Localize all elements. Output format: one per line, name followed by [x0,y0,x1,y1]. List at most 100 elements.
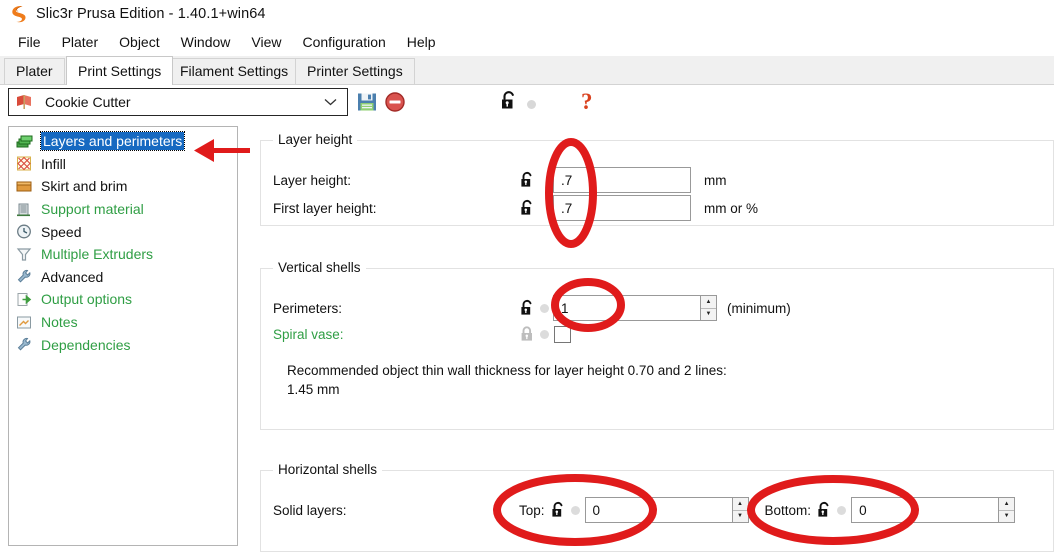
tab-plater[interactable]: Plater [4,58,65,84]
sidebar-label: Speed [41,224,81,240]
sidebar-label: Dependencies [41,337,131,353]
tab-strip: Plater Print Settings Filament Settings … [0,56,1054,85]
settings-category-list[interactable]: Layers and perimeters Infill Skirt and b… [8,126,238,546]
row-solid-layers: Solid layers: Top: 0 ▲ ▼ [273,497,1054,523]
menu-view[interactable]: View [241,31,291,53]
sidebar-item-output-options[interactable]: Output options [9,288,237,311]
window-title: Slic3r Prusa Edition - 1.40.1+win64 [36,6,266,22]
tab-print-settings[interactable]: Print Settings [66,56,173,85]
sidebar-label: Advanced [41,269,103,285]
field-unit: (minimum) [727,301,791,316]
output-options-icon [15,291,34,308]
sidebar-item-dependencies[interactable]: Dependencies [9,333,237,356]
multiple-extruders-icon [15,246,34,263]
unlocked-padlock-icon[interactable] [499,90,519,112]
sidebar-item-layers-and-perimeters[interactable]: Layers and perimeters [9,130,237,153]
thin-wall-recommendation: Recommended object thin wall thickness f… [287,361,987,399]
menu-plater[interactable]: Plater [52,31,109,53]
field-label: Solid layers: [273,503,519,518]
sidebar-label: Notes [41,314,78,330]
layer-height-input[interactable]: .7 [553,167,691,193]
preset-name: Cookie Cutter [45,94,321,110]
tab-printer-settings[interactable]: Printer Settings [295,58,415,84]
sidebar-label: Support material [41,201,144,217]
group-vertical-shells: Vertical shells Perimeters: 1 ▲ [260,268,1054,430]
first-layer-height-input[interactable]: .7 [553,195,691,221]
spiral-vase-checkbox[interactable] [554,326,571,343]
field-unit: mm or % [704,201,758,216]
bottom-solid-layers-input[interactable]: 0 [851,497,999,523]
row-spiral-vase: Spiral vase: [273,325,1053,343]
field-unit: mm [704,173,727,188]
speed-clock-icon [15,223,34,240]
spinner-up-icon[interactable]: ▲ [733,498,748,511]
sidebar-item-speed[interactable]: Speed [9,220,237,243]
menu-bar: File Plater Object Window View Configura… [0,28,1054,56]
unlocked-padlock-icon[interactable] [519,299,536,317]
revert-dot-icon[interactable] [527,100,536,109]
spinner-down-icon[interactable]: ▼ [733,511,748,523]
unlocked-padlock-icon[interactable] [519,199,536,217]
sidebar-item-infill[interactable]: Infill [9,153,237,176]
chevron-down-icon[interactable] [321,96,339,108]
sidebar-label: Layers and perimeters [41,132,184,150]
revert-dot-icon[interactable] [540,304,549,313]
spinner-down-icon[interactable]: ▼ [701,309,716,321]
menu-configuration[interactable]: Configuration [293,31,396,53]
row-layer-height: Layer height: .7 mm [273,167,1033,193]
bottom-solid-layers-spinner[interactable]: ▲ ▼ [999,497,1015,523]
group-horizontal-shells: Horizontal shells Solid layers: Top: 0 [260,470,1054,552]
advanced-wrench-icon [15,268,34,285]
print-preset-icon [15,94,35,110]
delete-preset-button[interactable] [384,91,406,113]
layers-icon [15,133,34,150]
infill-icon [15,155,34,172]
locked-padlock-icon[interactable] [519,325,536,343]
spinner-up-icon[interactable]: ▲ [701,296,716,309]
preset-combobox[interactable]: Cookie Cutter [8,88,348,116]
menu-help[interactable]: Help [397,31,446,53]
top-solid-layers-input[interactable]: 0 [585,497,733,523]
slic3r-window: Slic3r Prusa Edition - 1.40.1+win64 File… [0,0,1054,552]
dependencies-wrench-icon [15,336,34,353]
save-preset-button[interactable] [356,91,378,113]
perimeters-input[interactable]: 1 [553,295,701,321]
bottom-label: Bottom: [765,503,812,518]
group-title: Vertical shells [273,260,366,275]
unlocked-padlock-icon[interactable] [550,501,567,519]
sidebar-label: Output options [41,291,132,307]
tab-filament-settings[interactable]: Filament Settings [168,58,300,84]
revert-dot-icon[interactable] [837,506,846,515]
group-title: Layer height [273,132,357,147]
field-label: First layer height: [273,201,519,216]
sidebar-item-advanced[interactable]: Advanced [9,266,237,289]
revert-dot-icon[interactable] [540,330,549,339]
sidebar-item-notes[interactable]: Notes [9,311,237,334]
revert-dot-icon[interactable] [571,506,580,515]
sidebar-label: Multiple Extruders [41,246,153,262]
skirt-icon [15,178,34,195]
sidebar-label: Skirt and brim [41,178,127,194]
spinner-down-icon[interactable]: ▼ [999,511,1014,523]
menu-object[interactable]: Object [109,31,169,53]
sidebar-item-support-material[interactable]: Support material [9,198,237,221]
perimeters-spinner[interactable]: ▲ ▼ [701,295,717,321]
title-bar: Slic3r Prusa Edition - 1.40.1+win64 [0,0,1054,28]
sidebar-item-multiple-extruders[interactable]: Multiple Extruders [9,243,237,266]
sidebar-item-skirt-and-brim[interactable]: Skirt and brim [9,175,237,198]
spinner-up-icon[interactable]: ▲ [999,498,1014,511]
group-layer-height: Layer height Layer height: .7 mm First l… [260,140,1054,226]
settings-pane: Layer height Layer height: .7 mm First l… [248,126,1054,552]
unlocked-padlock-icon[interactable] [519,171,536,189]
help-question-button[interactable]: ? [581,89,593,115]
slic3r-logo-icon [8,4,28,24]
top-solid-layers-spinner[interactable]: ▲ ▼ [733,497,749,523]
sidebar-label: Infill [41,156,66,172]
menu-window[interactable]: Window [171,31,241,53]
unlocked-padlock-icon[interactable] [816,501,833,519]
support-material-icon [15,201,34,218]
preset-bar: Cookie Cutter [0,85,1054,123]
row-first-layer-height: First layer height: .7 mm or % [273,195,1033,221]
top-label: Top: [519,503,545,518]
menu-file[interactable]: File [8,31,51,53]
